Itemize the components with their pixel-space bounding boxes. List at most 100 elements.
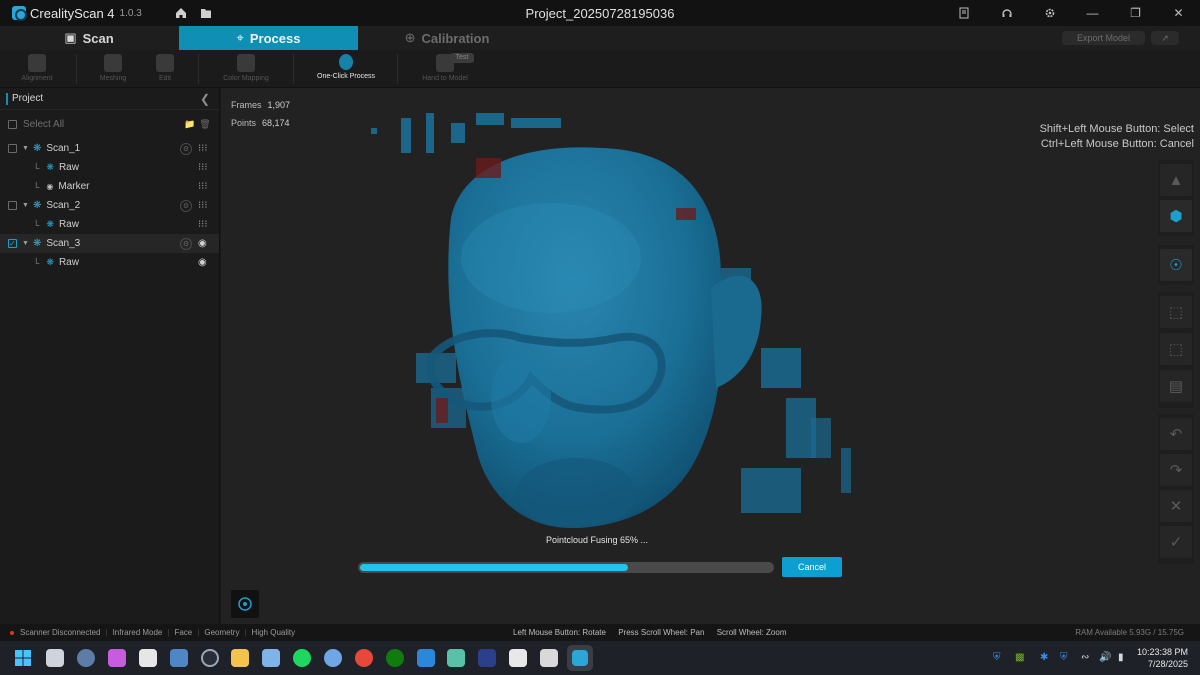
scan-settings-icon[interactable]: ⚙: [180, 237, 192, 250]
redo-icon[interactable]: ↷: [1160, 454, 1192, 486]
eye-closed-icon[interactable]: ⁝⁝⁝: [198, 181, 208, 192]
bluetooth-icon[interactable]: ✱: [1040, 652, 1048, 663]
expand-arrow-icon[interactable]: ▼: [22, 240, 29, 247]
box-deselect-icon[interactable]: ⬚: [1160, 333, 1192, 365]
calculator-icon[interactable]: [170, 649, 188, 667]
cancel-button[interactable]: Cancel: [782, 557, 842, 577]
undo-icon[interactable]: ↶: [1160, 418, 1192, 450]
confirm-icon[interactable]: ✓: [1160, 526, 1192, 558]
meshing-icon: [104, 54, 122, 72]
select-all-row[interactable]: Select All 📁🗑: [0, 115, 219, 134]
tree-elbow: └: [33, 181, 40, 192]
eye-open-icon[interactable]: ◉: [198, 257, 207, 268]
crealityscan-taskbar-icon[interactable]: [567, 645, 593, 671]
share-button[interactable]: ↗: [1151, 31, 1179, 45]
eye-closed-icon[interactable]: ⁝⁝⁝: [198, 200, 208, 211]
invert-select-icon[interactable]: ▤: [1160, 370, 1192, 402]
settings-icon[interactable]: [1028, 0, 1071, 26]
notepad-icon[interactable]: [262, 649, 280, 667]
tree-elbow: └: [33, 257, 40, 268]
scan3-checkbox[interactable]: ✓: [8, 239, 17, 248]
tree-label: Marker: [58, 181, 90, 192]
tool-meshing[interactable]: Meshing: [83, 52, 143, 86]
tool-edit[interactable]: Edit: [135, 52, 195, 86]
feature-status: Geometry: [204, 628, 240, 637]
expand-arrow-icon[interactable]: ▼: [22, 202, 29, 209]
points-label: Points: [231, 118, 257, 128]
locate-view-button[interactable]: [231, 590, 259, 618]
store-icon[interactable]: [139, 649, 157, 667]
delete-icon[interactable]: ✕: [1160, 490, 1192, 522]
box-select-icon[interactable]: ⬚: [1160, 296, 1192, 328]
tab-calibration[interactable]: ⊕ Calibration: [358, 26, 536, 50]
tree-label: Raw: [58, 219, 79, 230]
scan-settings-icon[interactable]: ⚙: [180, 199, 192, 212]
folder-app-icon[interactable]: [231, 649, 249, 667]
tree-row-scan2-raw[interactable]: └ ❋ Raw ⁝⁝⁝: [0, 215, 219, 234]
scan-group-icon: ❋: [32, 238, 42, 249]
3d-viewport[interactable]: Frames 1,907 Points 68,174 Shift+Left Mous…: [221, 88, 1200, 624]
xbox-icon[interactable]: [386, 649, 404, 667]
cube-view-icon[interactable]: ⬢: [1160, 200, 1192, 232]
clock[interactable]: 10:23:38 PM 7/28/2025: [1137, 646, 1188, 670]
tree-row-scan1[interactable]: ▼ ❋ Scan_1 ⚙ ⁝⁝⁝: [0, 139, 219, 158]
folder-delete-icons[interactable]: 📁🗑: [184, 119, 215, 130]
tool-alignment[interactable]: Alignment: [7, 52, 67, 86]
tree-row-scan3-raw[interactable]: └ ❋ Raw ◉: [0, 253, 219, 272]
windows-start-icon[interactable]: [14, 649, 32, 667]
battery-icon[interactable]: ▮: [1118, 652, 1124, 663]
scan-settings-icon[interactable]: ⚙: [180, 142, 192, 155]
eye-closed-icon[interactable]: ⁝⁝⁝: [198, 162, 208, 173]
minimize-icon[interactable]: —: [1071, 0, 1114, 26]
file-explorer-window-icon[interactable]: [46, 649, 64, 667]
tool-color-mapping[interactable]: Color Mapping: [216, 52, 276, 86]
tv-app-icon[interactable]: [509, 649, 527, 667]
eraser-icon[interactable]: ▲: [1160, 164, 1192, 196]
maximize-icon[interactable]: ❐: [1114, 0, 1157, 26]
toolbar-divider: [293, 54, 294, 84]
hint-rotate: Left Mouse Button: Rotate: [513, 628, 606, 637]
nvidia-icon[interactable]: ▩: [1015, 652, 1024, 663]
eye-closed-icon[interactable]: ⁝⁝⁝: [198, 219, 208, 230]
expand-arrow-icon[interactable]: ▼: [22, 145, 29, 152]
eye-closed-icon[interactable]: ⁝⁝⁝: [198, 143, 208, 154]
export-model-button[interactable]: Export Model: [1062, 31, 1145, 45]
home-icon[interactable]: [174, 6, 188, 20]
scan2-checkbox[interactable]: [8, 201, 17, 210]
scan-group-icon: ❋: [32, 200, 42, 211]
toolbar-divider: [76, 54, 77, 84]
tree-row-scan3[interactable]: ✓ ▼ ❋ Scan_3 ⚙ ◉: [0, 234, 219, 253]
paint-app-icon[interactable]: [540, 649, 558, 667]
tab-scan[interactable]: ▣ Scan: [0, 26, 178, 50]
tree-row-scan1-marker[interactable]: └ ◉ Marker ⁝⁝⁝: [0, 177, 219, 196]
headset-icon[interactable]: [985, 0, 1028, 26]
copilot-icon[interactable]: [108, 649, 126, 667]
wifi-icon[interactable]: ∾: [1081, 652, 1089, 663]
defender-icon[interactable]: ⛨: [993, 652, 1001, 663]
tree-row-scan1-raw[interactable]: └ ❋ Raw ⁝⁝⁝: [0, 158, 219, 177]
folder-icon[interactable]: [199, 6, 213, 20]
puzzle-app-icon[interactable]: [447, 649, 465, 667]
orbit-icon[interactable]: ☉: [1160, 249, 1192, 281]
scan1-checkbox[interactable]: [8, 144, 17, 153]
select-all-checkbox[interactable]: [8, 120, 17, 129]
speedometer-icon[interactable]: [201, 649, 219, 667]
tool-one-click-process[interactable]: One-Click Process: [316, 52, 376, 86]
project-panel: Project ❮ Select All 📁🗑 ▼ ❋ Scan_1 ⚙ ⁝⁝⁝…: [0, 88, 220, 624]
settings-app-icon[interactable]: [77, 649, 95, 667]
people-icon[interactable]: [417, 649, 435, 667]
tab-process[interactable]: ⌖ Process: [179, 26, 358, 50]
tree-row-scan2[interactable]: ▼ ❋ Scan_2 ⚙ ⁝⁝⁝: [0, 196, 219, 215]
chrome-icon[interactable]: [355, 649, 373, 667]
collapse-panel-icon[interactable]: ❮: [200, 92, 210, 106]
notes-icon[interactable]: [942, 0, 985, 26]
target-icon: [238, 597, 252, 611]
tent-app-icon[interactable]: [478, 649, 496, 667]
eye-open-icon[interactable]: ◉: [198, 238, 207, 249]
close-icon[interactable]: ✕: [1157, 0, 1200, 26]
qbittorrent-icon[interactable]: [324, 649, 342, 667]
security-tray-icon[interactable]: ⛨: [1060, 652, 1068, 663]
volume-icon[interactable]: 🔊: [1099, 652, 1111, 663]
raw-data-icon: ❋: [46, 257, 54, 267]
spotify-icon[interactable]: [293, 649, 311, 667]
